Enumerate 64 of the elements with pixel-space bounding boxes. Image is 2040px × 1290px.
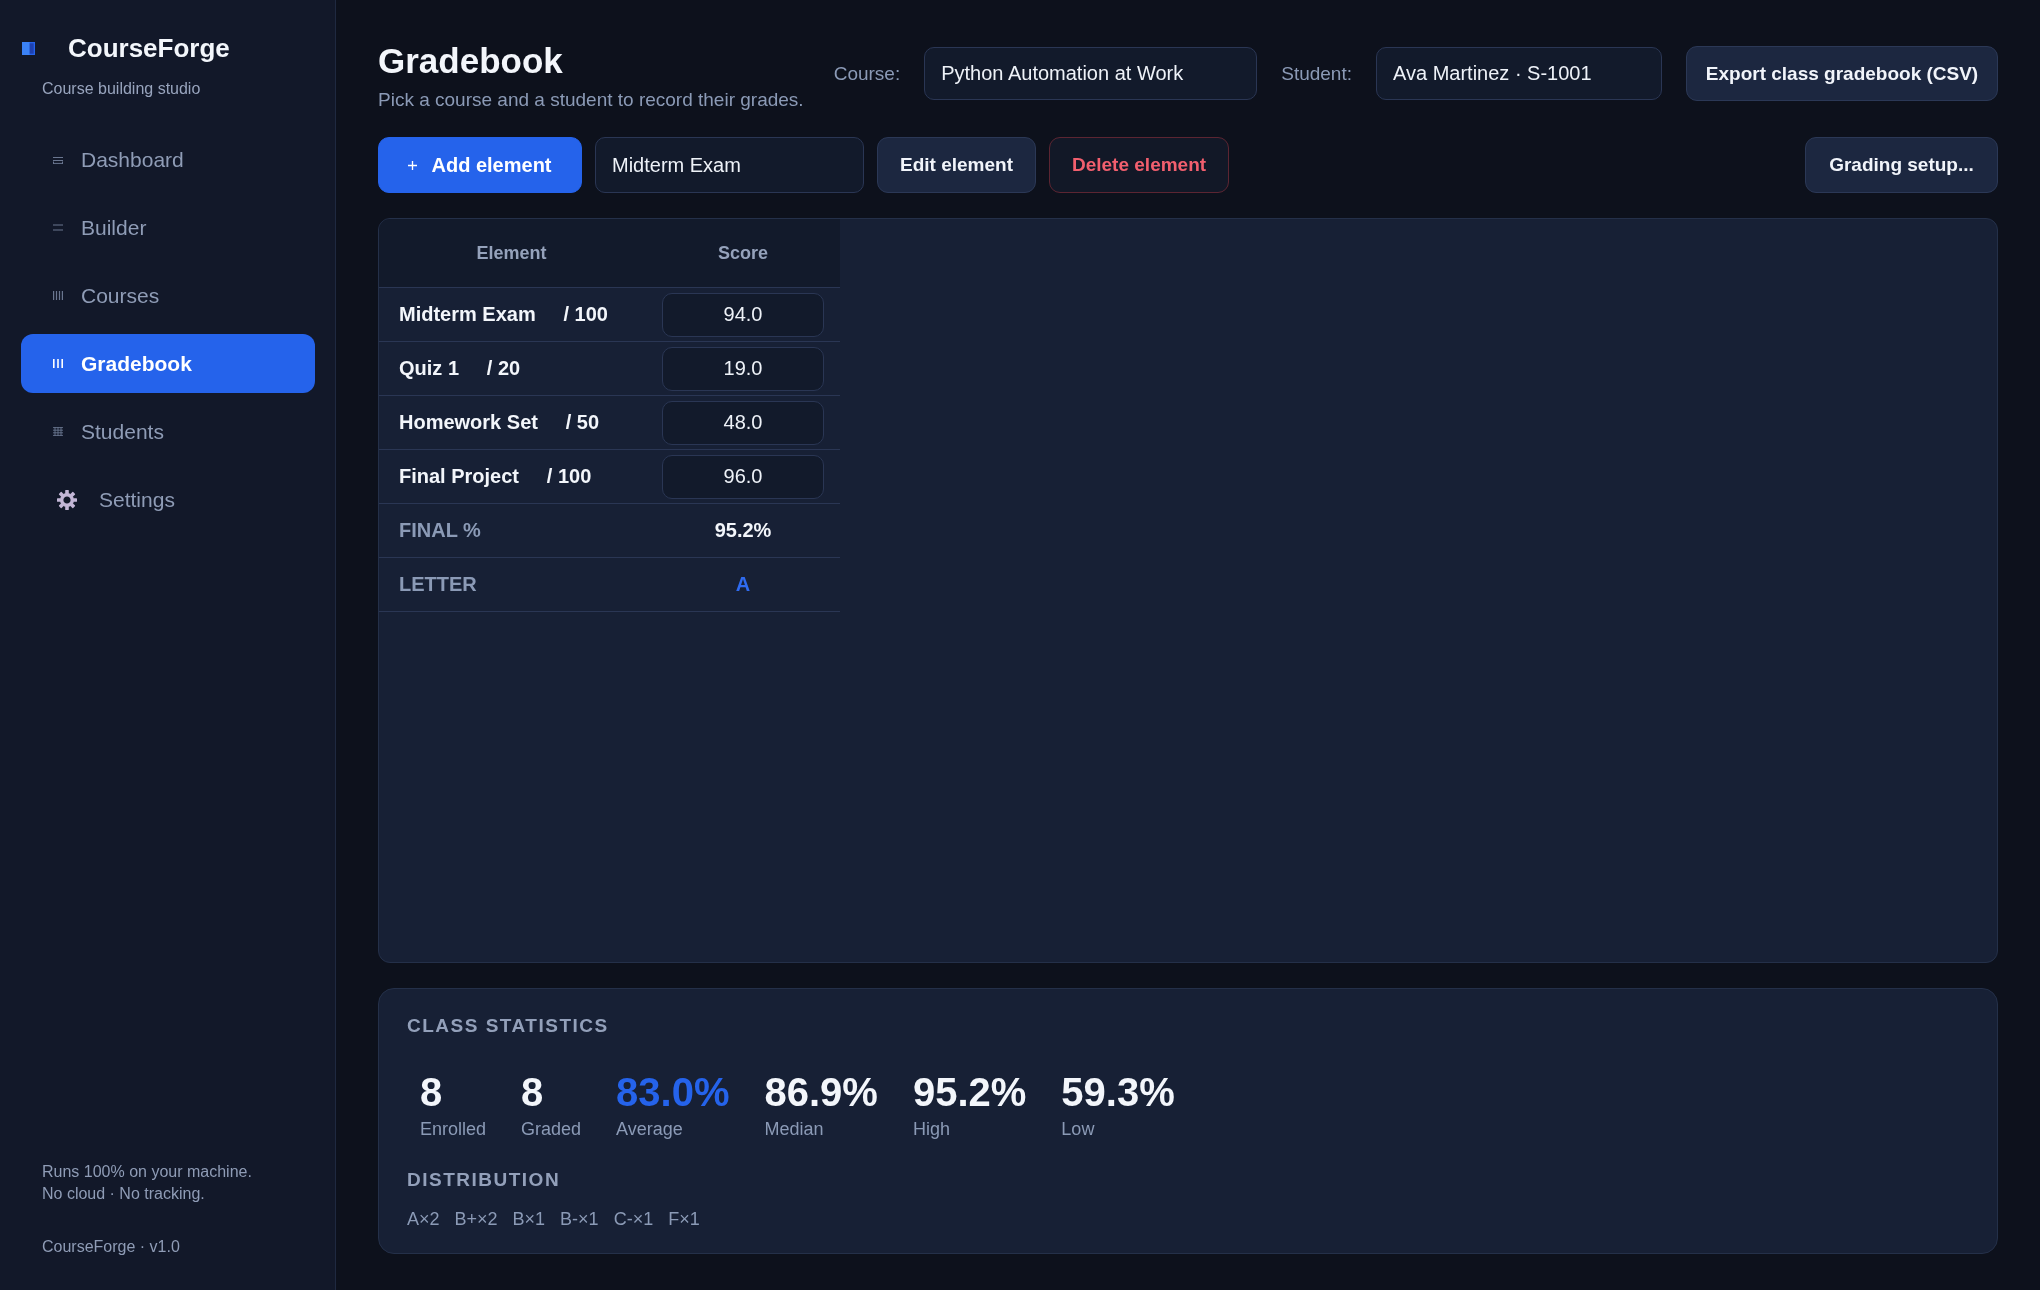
section-title: DISTRIBUTION: [407, 1168, 562, 1192]
plus-icon: [408, 160, 418, 170]
gear-icon: [57, 489, 77, 510]
summary-label: LETTER: [399, 573, 477, 596]
stat-label: Enrolled: [420, 1118, 487, 1140]
section-title: CLASS STATISTICS: [407, 1014, 610, 1038]
add-element-button[interactable]: Add element: [378, 137, 582, 193]
element-label: Midterm Exam / 100: [399, 303, 608, 326]
stat-value: 59.3%: [1061, 1069, 1175, 1115]
page-title: Gradebook: [378, 40, 564, 82]
grading-setup-button[interactable]: Grading setup...: [1805, 137, 1998, 193]
delete-element-button[interactable]: Delete element: [1049, 137, 1230, 193]
nav-item[interactable]: Students: [21, 402, 315, 461]
nav-item[interactable]: Courses: [21, 266, 315, 325]
stat-value: 86.9%: [764, 1069, 878, 1115]
nav-item[interactable]: Dashboard: [21, 130, 315, 189]
page-subtitle: Pick a course and a student to record their grades.: [378, 88, 804, 112]
stat-value: 8: [521, 1069, 545, 1115]
stat-value: 83.0%: [616, 1069, 730, 1115]
app-tagline: Course building studio: [42, 79, 202, 99]
distribution-item: B×1: [512, 1208, 546, 1230]
columns-icon: [53, 359, 63, 368]
logo-icon: [22, 41, 35, 55]
student-select[interactable]: Ava Martinez · S-1001: [1376, 47, 1662, 100]
stat-label: Low: [1061, 1118, 1096, 1140]
stat-label: Graded: [521, 1118, 582, 1140]
version-label: CourseForge · v1.0: [42, 1237, 181, 1257]
grid-icon: [53, 427, 63, 436]
lines-icon: [53, 155, 63, 164]
nav-item[interactable]: Settings: [21, 470, 315, 529]
column-header: Score: [718, 242, 768, 264]
stat-label: Average: [616, 1118, 684, 1140]
nav-item[interactable]: Gradebook: [21, 334, 315, 393]
summary-label: FINAL %: [399, 519, 481, 542]
stat-label: Median: [764, 1118, 825, 1140]
distribution-item: A×2: [407, 1208, 440, 1230]
app-name: CourseForge: [68, 32, 230, 64]
export-button[interactable]: Export class gradebook (CSV): [1686, 46, 1998, 101]
stat-value: 8: [420, 1069, 444, 1115]
final-percent: 95.2%: [714, 519, 772, 542]
distribution-item: C-×1: [613, 1208, 654, 1230]
letter-grade: A: [735, 573, 751, 596]
distribution-item: F×1: [668, 1208, 700, 1230]
equals-icon: [53, 224, 63, 231]
student-label: Student:: [1281, 62, 1352, 85]
edit-element-button[interactable]: Edit element: [877, 137, 1036, 193]
distribution-item: B+×2: [454, 1208, 498, 1230]
element-name-field[interactable]: Midterm Exam: [595, 137, 864, 193]
element-label: Homework Set / 50: [399, 411, 600, 434]
stat-value: 95.2%: [912, 1069, 1027, 1115]
distribution-item: B-×1: [560, 1208, 599, 1230]
stat-label: High: [912, 1118, 951, 1140]
bars-icon: [53, 291, 63, 300]
score-field[interactable]: 94.0: [662, 292, 824, 337]
element-label: Quiz 1 / 20: [399, 357, 521, 380]
course-select[interactable]: Python Automation at Work: [924, 47, 1258, 100]
nav-item[interactable]: Builder: [21, 198, 315, 257]
score-field[interactable]: 48.0: [662, 400, 824, 445]
element-label: Final Project / 100: [399, 465, 592, 488]
footer-note: Runs 100% on your machine. No cloud · No tracking.: [42, 1162, 253, 1204]
course-label: Course:: [833, 62, 901, 85]
score-field[interactable]: 96.0: [662, 454, 824, 499]
column-header: Element: [476, 242, 547, 264]
score-field[interactable]: 19.0: [662, 346, 824, 391]
